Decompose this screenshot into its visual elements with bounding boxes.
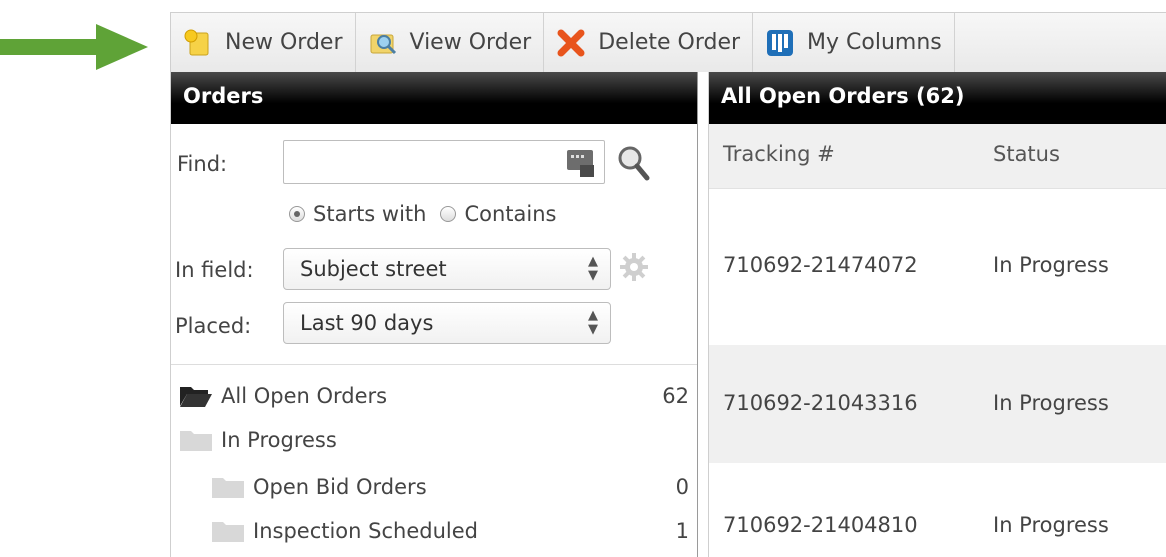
tree-item-all-open-orders[interactable]: All Open Orders 62 <box>179 384 689 408</box>
row-tracking: 710692-21043316 <box>723 391 918 415</box>
new-order-icon <box>181 26 215 60</box>
orders-panel: Orders Find: Starts with Contains In fie… <box>170 72 698 557</box>
row-tracking: 710692-21474072 <box>723 253 918 277</box>
arrow-icon <box>0 24 148 70</box>
view-order-label: View Order <box>409 30 532 55</box>
delete-order-button[interactable]: Delete Order <box>544 13 754 72</box>
row-status: In Progress <box>993 513 1109 537</box>
contains-label: Contains <box>464 202 557 226</box>
column-header-tracking[interactable]: Tracking # <box>723 142 835 166</box>
placed-value: Last 90 days <box>300 311 434 335</box>
folder-icon <box>212 478 244 498</box>
placed-select[interactable]: Last 90 days ▲ ▼ <box>283 302 611 344</box>
tree-item-label: In Progress <box>221 428 337 452</box>
column-header-status[interactable]: Status <box>993 142 1060 166</box>
orders-panel-title: Orders <box>171 72 697 124</box>
in-field-value: Subject street <box>300 257 447 281</box>
match-mode-group: Starts with Contains <box>289 202 557 226</box>
starts-with-label: Starts with <box>313 202 427 226</box>
folder-icon <box>212 522 244 542</box>
table-row[interactable]: 710692-21404810 In Progress <box>709 463 1166 557</box>
gear-icon[interactable] <box>619 252 649 282</box>
contains-radio[interactable] <box>440 206 457 222</box>
folder-icon <box>180 431 212 451</box>
row-tracking: 710692-21404810 <box>723 513 918 537</box>
tree-item-label: Open Bid Orders <box>253 475 427 499</box>
select-arrows-icon: ▲ ▼ <box>588 254 598 283</box>
tree-item-open-bid-orders[interactable]: Open Bid Orders 0 <box>211 475 689 499</box>
starts-with-radio[interactable] <box>289 206 305 222</box>
view-order-icon <box>366 26 400 60</box>
tree-item-count: 0 <box>675 475 689 499</box>
orders-list-panel: All Open Orders (62) Tracking # Status 7… <box>708 72 1166 557</box>
find-label: Find: <box>177 152 228 176</box>
my-columns-label: My Columns <box>807 30 942 55</box>
divider <box>171 364 697 365</box>
folder-open-icon <box>180 387 212 407</box>
tree-item-count: 1 <box>675 519 689 543</box>
in-field-select[interactable]: Subject street ▲ ▼ <box>283 248 611 290</box>
in-field-label: In field: <box>175 258 254 282</box>
new-order-label: New Order <box>225 30 343 55</box>
delete-order-label: Delete Order <box>598 30 741 55</box>
delete-icon <box>554 26 588 60</box>
column-headers: Tracking # Status <box>709 124 1166 189</box>
toolbar: New Order View Order Delete Order My Col… <box>170 12 1166 72</box>
new-order-button[interactable]: New Order <box>171 13 356 72</box>
columns-icon <box>763 26 797 60</box>
select-arrows-icon: ▲ ▼ <box>588 308 598 337</box>
table-row[interactable]: 710692-21474072 In Progress <box>709 189 1166 345</box>
my-columns-button[interactable]: My Columns <box>753 13 955 72</box>
orders-list-title: All Open Orders (62) <box>709 72 1166 124</box>
tree-item-label: Inspection Scheduled <box>253 519 478 543</box>
table-row[interactable]: 710692-21043316 In Progress <box>709 345 1166 463</box>
tree-item-in-progress[interactable]: In Progress <box>179 428 689 452</box>
tree-item-count: 62 <box>662 384 689 408</box>
search-icon[interactable] <box>615 142 651 182</box>
row-status: In Progress <box>993 391 1109 415</box>
view-order-button[interactable]: View Order <box>356 13 545 72</box>
placed-label: Placed: <box>175 314 252 338</box>
find-input[interactable] <box>283 140 605 184</box>
tree-item-inspection-scheduled[interactable]: Inspection Scheduled 1 <box>211 519 689 543</box>
tree-item-label: All Open Orders <box>221 384 388 408</box>
row-status: In Progress <box>993 253 1109 277</box>
keyboard-icon[interactable] <box>566 147 596 179</box>
